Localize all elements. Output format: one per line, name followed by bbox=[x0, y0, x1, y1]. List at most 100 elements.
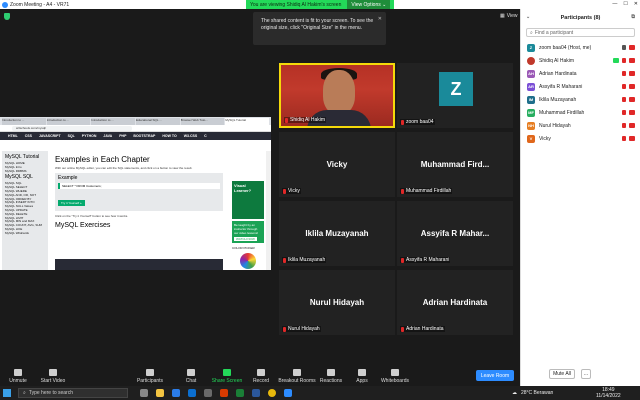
scrollbar bbox=[266, 151, 271, 270]
mute-all-button[interactable]: Mute All bbox=[549, 369, 575, 379]
tile-label-text: Nurul Hidayah bbox=[288, 326, 320, 332]
participant-status bbox=[622, 123, 635, 128]
excel-icon[interactable] bbox=[236, 389, 244, 397]
microphone-muted-icon bbox=[622, 110, 626, 115]
security-shield-icon[interactable] bbox=[4, 13, 10, 20]
screen-share-banner: You are viewing Shidiq Al Hakim's screen… bbox=[246, 0, 395, 9]
microphone-muted-icon bbox=[401, 119, 404, 125]
store-icon[interactable] bbox=[204, 389, 212, 397]
view-options-button[interactable]: View Options ⌄ bbox=[347, 0, 391, 9]
video-tile[interactable]: Vicky Vicky bbox=[279, 132, 395, 197]
unmute-label: Unmute bbox=[9, 378, 27, 384]
video-tile[interactable]: Muhammad Fird... Muhammad Firdillah bbox=[397, 132, 513, 197]
w3-nav-item: PHP bbox=[119, 134, 127, 138]
avatar: AR bbox=[527, 82, 535, 91]
video-tile[interactable]: Assyifa R Mahar... Assyifa R Maharani bbox=[397, 201, 513, 266]
sidebar-title-2: MySQL SQL bbox=[5, 174, 33, 181]
participant-row[interactable]: V Vicky bbox=[521, 132, 640, 145]
microphone-muted-icon bbox=[622, 97, 626, 102]
apps-label: Apps bbox=[356, 378, 368, 384]
record-button[interactable]: Record bbox=[241, 367, 281, 384]
video-tile[interactable]: Nurul Hidayah Nurul Hidayah bbox=[279, 270, 395, 335]
chat-button[interactable]: Chat bbox=[171, 367, 211, 384]
tile-name-label: zoom baa04 bbox=[400, 119, 435, 125]
view-button[interactable]: ▦ View bbox=[500, 13, 517, 19]
microphone-muted-icon bbox=[14, 369, 22, 376]
browser-tab: Introduction to ... bbox=[46, 118, 91, 125]
popout-icon[interactable]: ⧉ bbox=[631, 14, 635, 20]
file-explorer-icon[interactable] bbox=[156, 389, 164, 397]
find-participant-input[interactable]: ⌕ Find a participant bbox=[526, 28, 635, 37]
participant-row[interactable]: AR Assyifa R Maharani bbox=[521, 80, 640, 93]
office-icon[interactable] bbox=[220, 389, 228, 397]
chrome-icon[interactable] bbox=[268, 389, 276, 397]
avatar: MF bbox=[527, 108, 535, 117]
taskbar-clock[interactable]: 18:49 11/14/2022 bbox=[596, 386, 621, 399]
windows-start-icon[interactable] bbox=[3, 389, 11, 397]
task-view-icon[interactable] bbox=[140, 389, 148, 397]
sidebar-title: MySQL Tutorial bbox=[5, 154, 40, 160]
avatar: Z bbox=[527, 43, 535, 52]
participant-row[interactable]: MF Muhammad Firdillah bbox=[521, 106, 640, 119]
participant-row[interactable]: NH Nurul Hidayah bbox=[521, 119, 640, 132]
edge-icon[interactable] bbox=[188, 389, 196, 397]
w3-main: Examples in Each Chapter With our online… bbox=[52, 151, 226, 270]
video-tile[interactable]: Adrian Hardinata Adrian Hardinata bbox=[397, 270, 513, 335]
close-button[interactable]: ✕ bbox=[634, 0, 638, 9]
video-off-icon[interactable] bbox=[629, 45, 635, 50]
participant-row[interactable]: IM Iklila Muzayanah bbox=[521, 93, 640, 106]
minimize-button[interactable]: — bbox=[612, 0, 617, 9]
toast-close-icon[interactable]: ✕ bbox=[378, 16, 382, 23]
microphone-muted-icon bbox=[283, 326, 286, 332]
whiteboards-button[interactable]: Whiteboards bbox=[375, 367, 415, 384]
video-tile[interactable]: Shidiq Al Hakim bbox=[279, 63, 395, 128]
zoom-taskbar-icon[interactable] bbox=[284, 389, 292, 397]
microphone-icon[interactable] bbox=[622, 45, 626, 50]
participant-status bbox=[613, 58, 635, 63]
microphone-muted-icon bbox=[622, 123, 626, 128]
video-tile[interactable]: Zzoom baa04 bbox=[397, 63, 513, 128]
weather-text: 28°C Berawan bbox=[521, 390, 554, 396]
video-off-icon bbox=[629, 58, 635, 63]
example-title: Example bbox=[58, 175, 78, 181]
record-label: Record bbox=[252, 378, 270, 384]
toast-text: The shared content is fit to your screen… bbox=[261, 18, 374, 31]
microphone-muted-icon bbox=[401, 257, 404, 263]
video-tile[interactable]: Iklila Muzayanah Iklila Muzayanah bbox=[279, 201, 395, 266]
participant-row[interactable]: Zzoom baa04 (Host, me) bbox=[521, 41, 640, 54]
more-button[interactable]: ... bbox=[581, 369, 591, 379]
leave-room-button[interactable]: Leave Room bbox=[476, 370, 514, 381]
start-video-button[interactable]: Start Video bbox=[33, 367, 73, 384]
sidebar-list-b: MySQL SQL MySQL SELECT MySQL WHERE MySQL AN… bbox=[5, 182, 45, 235]
maximize-button[interactable]: ☐ bbox=[623, 0, 627, 9]
title-bar: Zoom Meeting - A4 - VR71 You are viewing… bbox=[0, 0, 640, 9]
video-off-icon bbox=[629, 136, 635, 141]
watch-now-button: WATCH NOW bbox=[234, 237, 257, 241]
participant-row[interactable]: Shidiq Al Hakim bbox=[521, 54, 640, 67]
w3-nav-item: HOW TO bbox=[162, 134, 177, 138]
tile-label-text: zoom baa04 bbox=[406, 119, 434, 125]
shared-screen[interactable]: Introduction to ... Introduction to ... In… bbox=[0, 117, 271, 270]
participant-name: Assyifa R Maharani bbox=[539, 83, 583, 90]
chevron-down-icon[interactable]: ⌄ bbox=[526, 14, 530, 20]
participant-status bbox=[622, 136, 635, 141]
w3-nav-item: W3.CSS bbox=[183, 134, 198, 138]
video-off-icon bbox=[49, 369, 57, 376]
participant-name: Vicky bbox=[539, 135, 551, 142]
microphone-muted-icon bbox=[401, 188, 404, 194]
video-off-icon bbox=[629, 84, 635, 89]
microphone-muted-icon bbox=[283, 257, 286, 263]
participant-row[interactable]: AH Adrian Hardinata bbox=[521, 67, 640, 80]
participant-name: zoom baa04 (Host, me) bbox=[539, 44, 592, 51]
browser-tab: MySQL Tutorial bbox=[225, 118, 270, 125]
browser-tab: Introduction to ... bbox=[2, 118, 46, 125]
zoom-logo-icon bbox=[2, 1, 8, 8]
taskbar-search[interactable]: ⌕ Type here to search bbox=[18, 388, 128, 398]
clock-date: 11/14/2022 bbox=[596, 393, 621, 399]
participants-button[interactable]: Participants bbox=[130, 367, 170, 384]
app-title-group: Zoom Meeting - A4 - VR71 bbox=[0, 1, 69, 8]
grid-icon: ▦ bbox=[500, 13, 505, 19]
banner-text: You are viewing Shidiq Al Hakim's screen bbox=[250, 1, 342, 8]
mail-icon[interactable] bbox=[172, 389, 180, 397]
word-icon[interactable] bbox=[252, 389, 260, 397]
